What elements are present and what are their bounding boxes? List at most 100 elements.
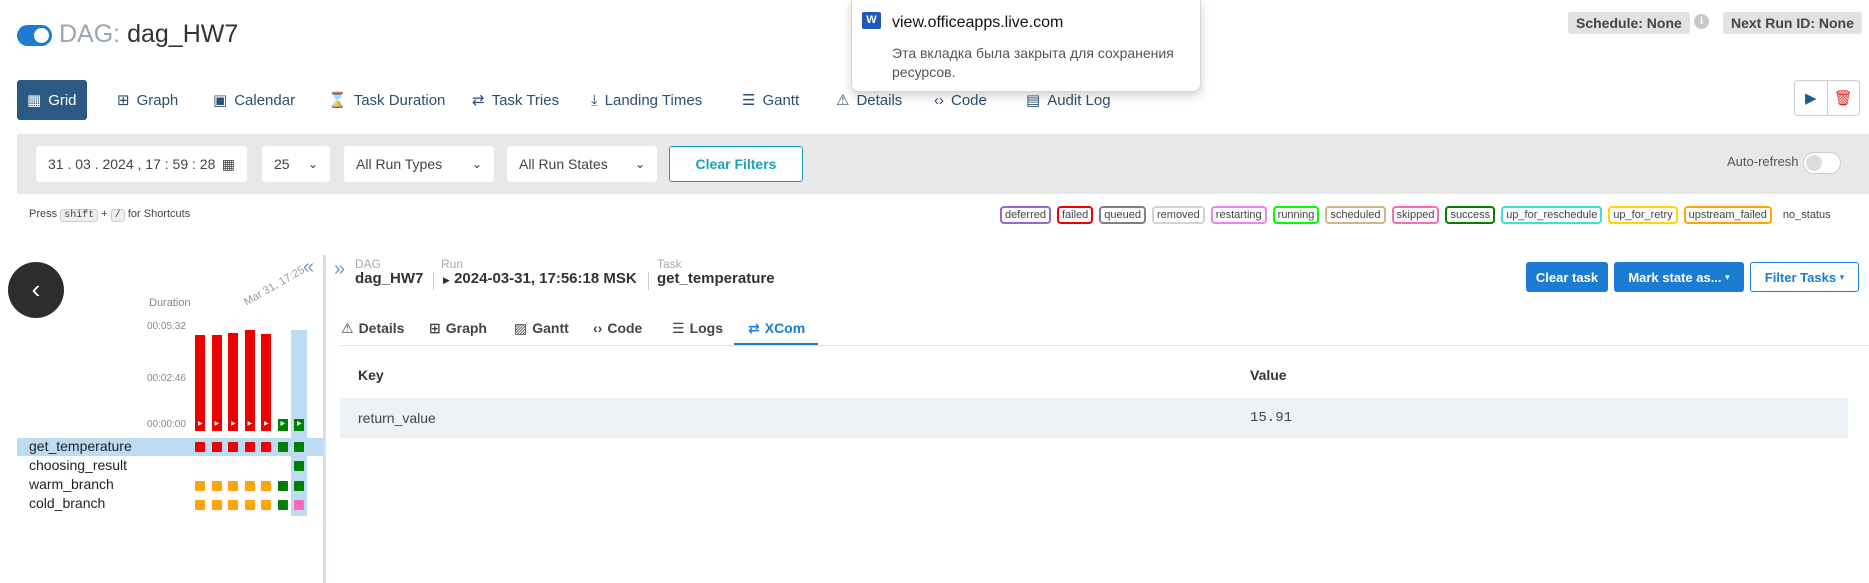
panel-divider[interactable] [323,255,326,583]
task-instance-upstream-failed[interactable] [195,500,205,510]
task-name-cold-branch[interactable]: cold_branch [29,495,105,511]
legend-upstream-failed[interactable]: upstream_failed [1683,206,1772,224]
breadcrumb-dag[interactable]: dag_HW7 [355,270,423,287]
run-duration-bar[interactable]: ▶ [211,335,222,431]
task-instance-failed[interactable] [228,442,238,452]
subtab-code[interactable]: ‹› Code [593,313,642,343]
tab-task-tries[interactable]: ⇄ Task Tries [462,80,569,120]
task-instance-failed[interactable] [261,442,271,452]
logs-icon: ☰ [672,319,685,336]
task-name-choosing-result[interactable]: choosing_result [29,457,127,473]
state-legend: deferred failed queued removed restarting run… [1000,206,1836,224]
legend-restarting[interactable]: restarting [1210,206,1267,224]
code-icon: ‹› [934,91,944,109]
subtab-details[interactable]: ⚠ Details [341,313,404,343]
task-instance-skipped[interactable] [294,500,304,510]
task-instance-success[interactable] [277,500,288,510]
task-instance-upstream-failed[interactable] [211,481,222,491]
clear-filters-button[interactable]: Clear Filters [669,146,803,182]
delete-dag-button[interactable]: 🗑 [1828,81,1860,115]
trash-icon: 🗑 [1833,90,1853,107]
legend-queued[interactable]: queued [1099,206,1146,224]
tab-gantt[interactable]: ☰ Gantt [732,80,809,120]
task-instance-upstream-failed[interactable] [195,481,205,491]
task-instance-failed[interactable] [195,442,205,452]
task-instance-upstream-failed[interactable] [244,481,255,491]
num-runs-select[interactable]: 25 ⌄ [262,146,330,182]
duration-tick: 00:02:46 [147,373,186,384]
chevron-down-icon: ⌄ [307,157,318,171]
tab-landing-times[interactable]: ⤓ Landing Times [581,80,712,120]
base-date-input[interactable]: 31 . 03 . 2024 , 17 : 59 : 28 ▦ [36,146,247,182]
warning-icon: ⚠ [341,319,354,336]
run-duration-bar[interactable]: ▶ [195,335,205,431]
mark-state-button[interactable]: Mark state as... ▾ [1614,262,1744,292]
tab-task-duration[interactable]: ⌛ Task Duration [318,80,455,120]
task-name-warm-branch[interactable]: warm_branch [29,476,114,492]
task-instance-failed[interactable] [211,442,222,452]
legend-success[interactable]: success [1445,206,1496,224]
autorefresh-toggle[interactable] [1803,152,1841,174]
xcom-header-key: Key [358,367,384,383]
task-instance-success[interactable] [294,481,304,491]
filter-tasks-button[interactable]: Filter Tasks ▾ [1750,262,1859,292]
clear-task-button[interactable]: Clear task [1526,262,1608,292]
subtab-gantt[interactable]: ▨ Gantt [514,313,569,343]
subtab-graph[interactable]: ⊞ Graph [429,313,487,343]
legend-skipped[interactable]: skipped [1391,206,1440,224]
legend-up-for-retry[interactable]: up_for_retry [1608,206,1678,224]
graph-icon: ⊞ [429,319,441,336]
task-instance-upstream-failed[interactable] [228,481,238,491]
run-state-select[interactable]: All Run States ⌄ [507,146,657,182]
task-instance-upstream-failed[interactable] [228,500,238,510]
task-instance-success[interactable] [277,481,288,491]
subtab-label: Gantt [532,320,569,336]
run-duration-bar[interactable]: ▶ [261,334,271,431]
tab-label: Code [951,91,987,109]
legend-removed[interactable]: removed [1152,206,1205,224]
tab-calendar[interactable]: ▣ Calendar [203,80,305,120]
legend-up-for-reschedule[interactable]: up_for_reschedule [1501,206,1603,224]
dag-name: dag_HW7 [127,20,239,48]
task-instance-failed[interactable] [244,442,255,452]
info-icon[interactable]: i [1694,14,1709,29]
subtab-xcom[interactable]: ⇄ XCom [748,313,805,343]
run-duration-bar[interactable]: ▶ [277,419,288,431]
dag-pause-toggle[interactable] [17,25,52,46]
play-icon: ▶ [264,421,269,427]
play-icon: ▶ [198,421,203,427]
breadcrumb-task[interactable]: get_temperature [657,270,775,287]
run-type-select[interactable]: All Run Types ⌄ [344,146,494,182]
tab-closed-notification[interactable]: W view.officeapps.live.com Эта вкладка б… [851,0,1201,92]
subtabs-divider [340,345,1869,346]
dag-title: DAG: dag_HW7 [59,20,238,49]
trigger-dag-button[interactable]: ▶ [1795,81,1828,115]
toggle-knob [34,28,49,43]
play-icon: ▶ [231,421,236,427]
task-name-get-temperature[interactable]: get_temperature [29,438,132,454]
task-instance-upstream-failed[interactable] [261,500,271,510]
legend-scheduled[interactable]: scheduled [1325,206,1386,224]
back-button[interactable]: ‹ [8,262,64,318]
task-instance-upstream-failed[interactable] [261,481,271,491]
run-duration-bar[interactable]: ▶ [294,419,304,431]
subtab-logs[interactable]: ☰ Logs [672,313,723,343]
task-instance-success[interactable] [294,442,304,452]
run-duration-bar[interactable]: ▶ [244,330,255,431]
caret-down-icon: ▾ [1725,271,1730,282]
legend-deferred[interactable]: deferred [1000,206,1051,224]
expand-details-icon[interactable]: » [334,258,345,281]
task-instance-success[interactable] [277,442,288,452]
breadcrumb-run[interactable]: ▶ 2024-03-31, 17:56:18 MSK [443,270,637,287]
run-duration-bar[interactable]: ▶ [228,333,238,431]
legend-failed[interactable]: failed [1056,206,1094,224]
run-state-value: All Run States [519,156,608,172]
task-instance-upstream-failed[interactable] [244,500,255,510]
breadcrumb-dag-label: DAG [355,257,382,271]
task-instance-upstream-failed[interactable] [211,500,222,510]
tab-graph[interactable]: ⊞ Graph [107,80,188,120]
legend-running[interactable]: running [1272,206,1320,224]
tab-grid[interactable]: ▦ Grid [17,80,87,120]
legend-no-status[interactable]: no_status [1778,206,1836,224]
task-instance-success[interactable] [294,461,304,471]
